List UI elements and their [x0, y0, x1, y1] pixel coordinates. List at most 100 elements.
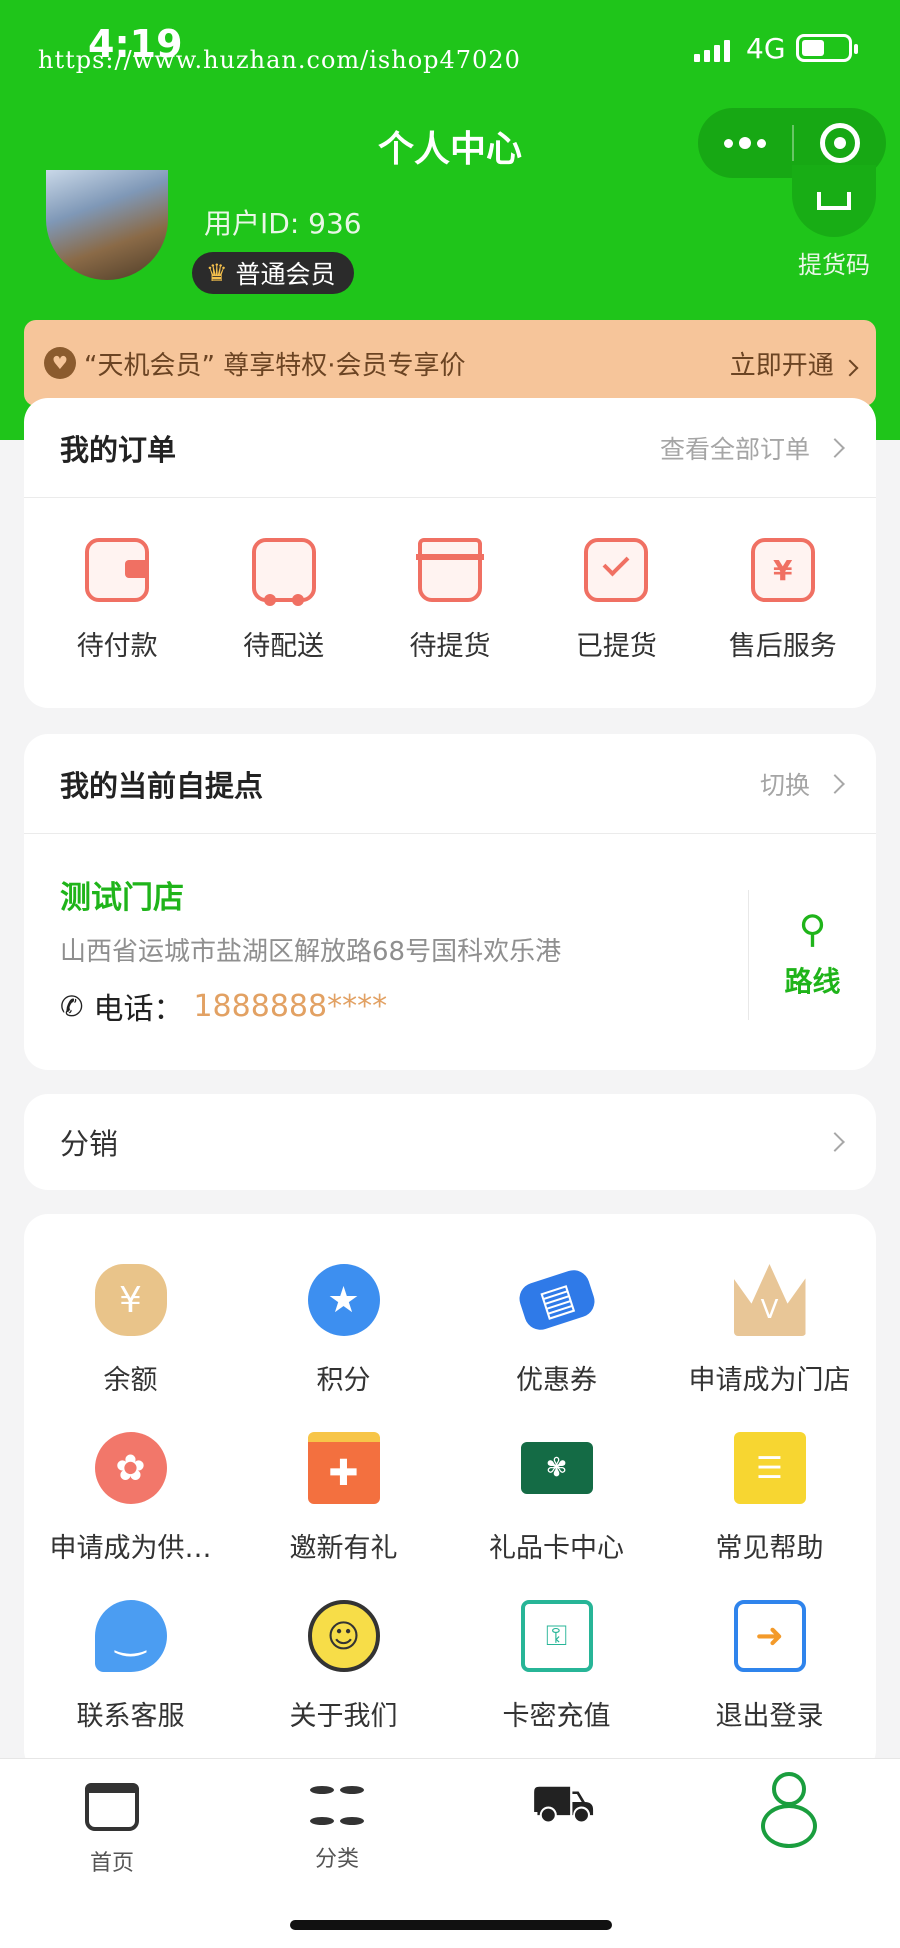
service-about[interactable]: ☺ 关于我们 [237, 1600, 450, 1768]
watermark-url: https://www.huzhan.com/ishop47020 [38, 46, 521, 74]
orders-title: 我的订单 [60, 432, 177, 467]
store-icon [80, 1777, 144, 1837]
diamond-icon: ♥ [44, 347, 76, 379]
service-label: 余额 [103, 1365, 158, 1396]
smiley-icon: ☺ [307, 1600, 380, 1672]
service-contact[interactable]: ‿ 联系客服 [24, 1600, 237, 1768]
store-phone[interactable]: ✆ 电话： 1888888**** [60, 984, 840, 1028]
order-status-label: 待提货 [409, 631, 491, 662]
vip-open-label: 立即开通 [729, 350, 834, 381]
gift-icon: ✚ [307, 1432, 380, 1504]
order-after-sales[interactable]: ¥ 售后服务 [708, 538, 858, 663]
service-apply-store[interactable]: V 申请成为门店 [663, 1264, 876, 1432]
chevron-right-icon [825, 437, 845, 458]
crown-icon: ♛ [206, 259, 228, 287]
phone-number[interactable]: 1888888**** [193, 989, 387, 1024]
order-status-label: 待配送 [243, 631, 325, 662]
gift-box-icon [415, 538, 484, 602]
service-label: 退出登录 [715, 1701, 824, 1732]
card-key-icon: ⚿ [520, 1600, 593, 1672]
order-pending-payment[interactable]: 待付款 [42, 538, 192, 663]
more-menu-button[interactable] [698, 108, 792, 178]
route-pin-icon: ⚲ [798, 907, 827, 951]
tab-label: 分类 [314, 1847, 359, 1872]
orders-header: 我的订单 查看全部订单 [24, 398, 876, 498]
category-icon [309, 1777, 365, 1833]
service-label: 联系客服 [76, 1701, 185, 1732]
status-bar: 4:19 https://www.huzhan.com/ishop47020 4… [0, 0, 900, 110]
switch-pickup-label: 切换 [759, 770, 810, 800]
more-dots-icon [724, 138, 733, 148]
pickup-code-label: 提货码 [798, 251, 870, 279]
chat-bubble-icon: ‿ [94, 1600, 167, 1672]
profile-icon [757, 1765, 821, 1855]
service-card-recharge[interactable]: ⚿ 卡密充值 [450, 1600, 663, 1768]
switch-pickup-link[interactable]: 切换 [759, 766, 845, 802]
service-apply-supplier[interactable]: ✿ 申请成为供… [24, 1432, 237, 1600]
distribution-row[interactable]: 分销 [24, 1094, 876, 1190]
distribution-label: 分销 [60, 1127, 119, 1161]
service-label: 积分 [316, 1365, 371, 1396]
vip-open-link[interactable]: 立即开通 [729, 345, 859, 382]
help-note-icon: ☰ [733, 1432, 806, 1504]
user-id: 用户ID: 936 [204, 207, 362, 240]
service-label: 申请成为供… [49, 1533, 212, 1564]
coupon-icon: ▤ [514, 1266, 599, 1334]
service-help[interactable]: ☰ 常见帮助 [663, 1432, 876, 1600]
service-invite[interactable]: ✚ 邀新有礼 [237, 1432, 450, 1600]
check-clipboard-icon [584, 538, 649, 602]
order-picked-up[interactable]: 已提货 [541, 538, 691, 663]
gift-card-icon: ✾ [520, 1442, 593, 1494]
route-button[interactable]: ⚲ 路线 [748, 890, 876, 1020]
target-close-icon [820, 123, 860, 163]
vip-promo-bar[interactable]: ♥ “天机会员” 尊享特权·会员专享价 立即开通 [24, 320, 876, 406]
service-points[interactable]: ★ 积分 [237, 1264, 450, 1432]
tab-profile[interactable] [714, 1759, 864, 1863]
wallet-icon [85, 538, 150, 602]
chevron-right-icon [825, 773, 845, 794]
order-pending-delivery[interactable]: 待配送 [209, 538, 359, 663]
tab-cart[interactable]: ⛟ [488, 1759, 638, 1845]
ribbon-icon: ✿ [94, 1432, 167, 1504]
service-label: 礼品卡中心 [489, 1533, 624, 1564]
orders-card: 我的订单 查看全部订单 待付款 待配送 待提货 已提货 ¥ 售后服务 [24, 398, 876, 708]
store-address: 山西省运城市盐湖区解放路68号国科欢乐港 [60, 937, 562, 967]
phone-icon: ✆ [60, 989, 84, 1023]
service-logout[interactable]: ➜ 退出登录 [663, 1600, 876, 1768]
vip-promo-text: “天机会员” 尊享特权·会员专享价 [84, 350, 466, 381]
service-gift-card[interactable]: ✾ 礼品卡中心 [450, 1432, 663, 1600]
order-status-label: 售后服务 [728, 631, 837, 662]
store-name: 测试门店 [60, 880, 184, 916]
service-label: 优惠券 [516, 1365, 597, 1396]
home-indicator [290, 1920, 612, 1930]
service-label: 关于我们 [289, 1701, 398, 1732]
tab-category[interactable]: 分类 [262, 1759, 412, 1873]
store-info: 测试门店 山西省运城市盐湖区解放路68号国科欢乐港 ✆ 电话： 1888888*… [24, 834, 876, 1070]
service-label: 常见帮助 [715, 1533, 824, 1564]
refund-icon: ¥ [750, 538, 815, 602]
services-card: ¥ 余额 ★ 积分 ▤ 优惠券 V 申请成为门店 ✿ 申请成为供… ✚ 邀新有礼… [24, 1214, 876, 1774]
service-balance[interactable]: ¥ 余额 [24, 1264, 237, 1432]
order-pending-pickup[interactable]: 待提货 [375, 538, 525, 663]
tab-label: 首页 [89, 1851, 134, 1876]
signal-icon [694, 38, 730, 62]
chevron-right-icon [841, 359, 859, 376]
order-status-label: 已提货 [575, 631, 657, 662]
order-status-label: 待付款 [76, 631, 158, 662]
member-level-label: 普通会员 [235, 260, 336, 289]
tab-home[interactable]: 首页 [37, 1759, 187, 1877]
view-all-orders-link[interactable]: 查看全部订单 [659, 430, 845, 466]
chevron-right-icon [825, 1132, 845, 1152]
order-status-row: 待付款 待配送 待提货 已提货 ¥ 售后服务 [24, 498, 876, 663]
pickup-title: 我的当前自提点 [60, 768, 264, 803]
money-bag-icon: ¥ [94, 1264, 167, 1336]
pickup-point-card: 我的当前自提点 切换 测试门店 山西省运城市盐湖区解放路68号国科欢乐港 ✆ 电… [24, 734, 876, 1070]
service-label: 邀新有礼 [289, 1533, 398, 1564]
services-grid: ¥ 余额 ★ 积分 ▤ 优惠券 V 申请成为门店 ✿ 申请成为供… ✚ 邀新有礼… [24, 1214, 876, 1788]
service-coupons[interactable]: ▤ 优惠券 [450, 1264, 663, 1432]
view-all-orders-label: 查看全部订单 [659, 434, 810, 464]
medal-icon: ★ [307, 1264, 380, 1336]
route-label: 路线 [784, 965, 841, 998]
qr-code-icon [817, 192, 851, 210]
battery-icon [796, 34, 858, 62]
